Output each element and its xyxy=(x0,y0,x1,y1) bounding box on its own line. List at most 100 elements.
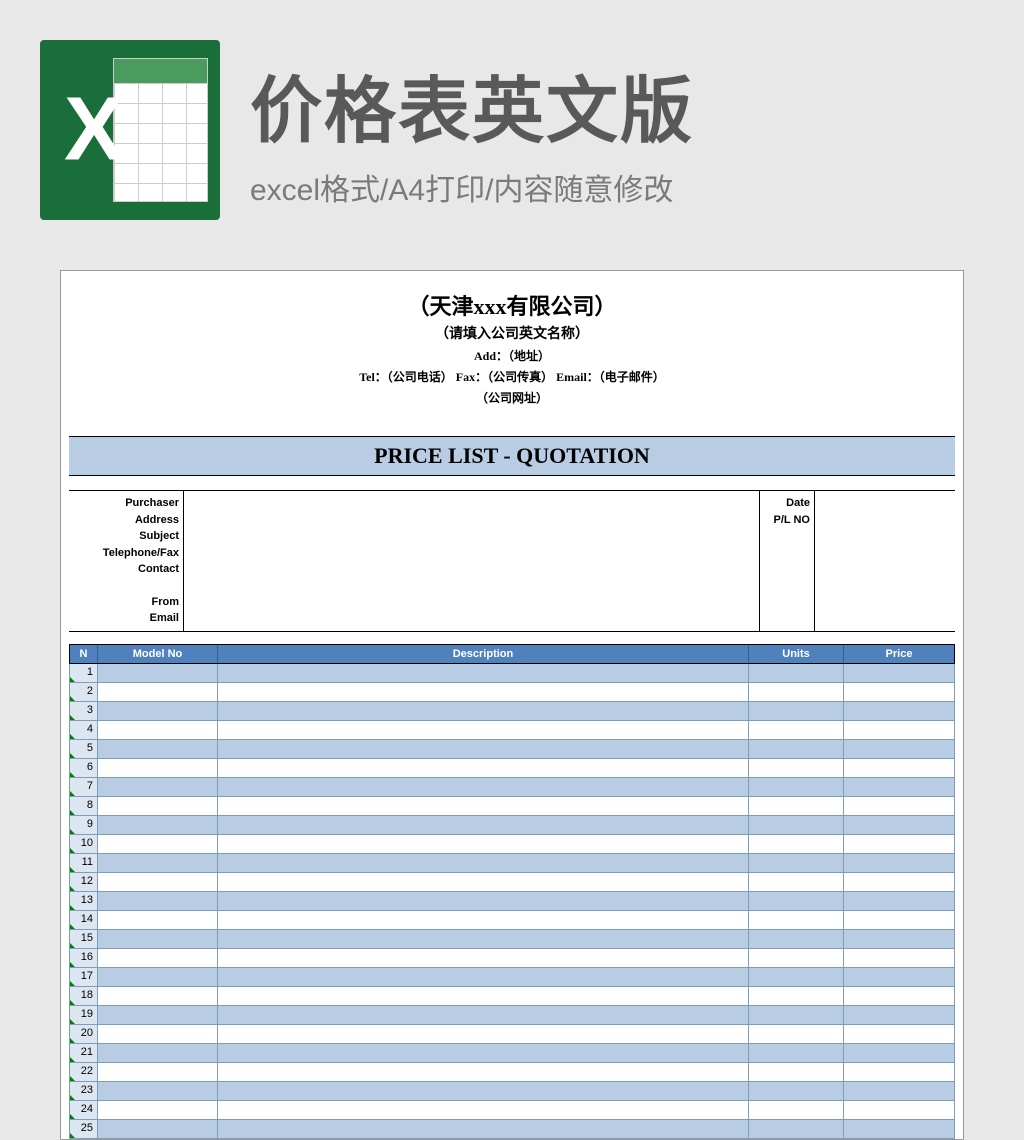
cell-price[interactable] xyxy=(844,816,954,835)
cell-description[interactable] xyxy=(218,683,749,702)
cell-units[interactable] xyxy=(749,1063,844,1082)
cell-price[interactable] xyxy=(844,987,954,1006)
cell-model[interactable] xyxy=(98,1082,218,1101)
table-row[interactable]: 22 xyxy=(69,1063,955,1082)
cell-n[interactable]: 16 xyxy=(70,949,98,968)
cell-n[interactable]: 2 xyxy=(70,683,98,702)
cell-units[interactable] xyxy=(749,911,844,930)
cell-n[interactable]: 25 xyxy=(70,1120,98,1139)
cell-units[interactable] xyxy=(749,854,844,873)
table-row[interactable]: 12 xyxy=(69,873,955,892)
cell-n[interactable]: 19 xyxy=(70,1006,98,1025)
cell-price[interactable] xyxy=(844,1063,954,1082)
cell-model[interactable] xyxy=(98,1006,218,1025)
cell-price[interactable] xyxy=(844,835,954,854)
cell-n[interactable]: 7 xyxy=(70,778,98,797)
cell-description[interactable] xyxy=(218,968,749,987)
cell-units[interactable] xyxy=(749,702,844,721)
cell-model[interactable] xyxy=(98,854,218,873)
cell-n[interactable]: 13 xyxy=(70,892,98,911)
cell-units[interactable] xyxy=(749,835,844,854)
cell-model[interactable] xyxy=(98,1025,218,1044)
table-row[interactable]: 14 xyxy=(69,911,955,930)
cell-price[interactable] xyxy=(844,683,954,702)
cell-description[interactable] xyxy=(218,987,749,1006)
cell-description[interactable] xyxy=(218,759,749,778)
cell-price[interactable] xyxy=(844,930,954,949)
cell-units[interactable] xyxy=(749,1101,844,1120)
cell-description[interactable] xyxy=(218,930,749,949)
cell-n[interactable]: 12 xyxy=(70,873,98,892)
cell-description[interactable] xyxy=(218,949,749,968)
cell-model[interactable] xyxy=(98,968,218,987)
cell-description[interactable] xyxy=(218,778,749,797)
cell-model[interactable] xyxy=(98,721,218,740)
cell-units[interactable] xyxy=(749,683,844,702)
cell-description[interactable] xyxy=(218,1120,749,1139)
table-row[interactable]: 15 xyxy=(69,930,955,949)
cell-units[interactable] xyxy=(749,949,844,968)
cell-price[interactable] xyxy=(844,949,954,968)
cell-price[interactable] xyxy=(844,664,954,683)
cell-n[interactable]: 23 xyxy=(70,1082,98,1101)
cell-description[interactable] xyxy=(218,797,749,816)
cell-price[interactable] xyxy=(844,759,954,778)
cell-price[interactable] xyxy=(844,721,954,740)
cell-model[interactable] xyxy=(98,683,218,702)
table-row[interactable]: 8 xyxy=(69,797,955,816)
cell-n[interactable]: 18 xyxy=(70,987,98,1006)
cell-price[interactable] xyxy=(844,854,954,873)
cell-model[interactable] xyxy=(98,759,218,778)
cell-description[interactable] xyxy=(218,1025,749,1044)
cell-model[interactable] xyxy=(98,1120,218,1139)
cell-model[interactable] xyxy=(98,778,218,797)
cell-model[interactable] xyxy=(98,930,218,949)
cell-description[interactable] xyxy=(218,816,749,835)
cell-description[interactable] xyxy=(218,1101,749,1120)
table-row[interactable]: 6 xyxy=(69,759,955,778)
table-row[interactable]: 20 xyxy=(69,1025,955,1044)
cell-n[interactable]: 8 xyxy=(70,797,98,816)
cell-description[interactable] xyxy=(218,1006,749,1025)
table-row[interactable]: 3 xyxy=(69,702,955,721)
cell-price[interactable] xyxy=(844,1082,954,1101)
cell-price[interactable] xyxy=(844,968,954,987)
cell-n[interactable]: 10 xyxy=(70,835,98,854)
cell-units[interactable] xyxy=(749,1044,844,1063)
cell-units[interactable] xyxy=(749,721,844,740)
cell-description[interactable] xyxy=(218,873,749,892)
cell-description[interactable] xyxy=(218,911,749,930)
table-row[interactable]: 4 xyxy=(69,721,955,740)
cell-description[interactable] xyxy=(218,702,749,721)
info-left-values[interactable] xyxy=(184,491,760,631)
cell-units[interactable] xyxy=(749,1006,844,1025)
cell-description[interactable] xyxy=(218,1063,749,1082)
cell-price[interactable] xyxy=(844,797,954,816)
cell-price[interactable] xyxy=(844,1006,954,1025)
cell-units[interactable] xyxy=(749,759,844,778)
cell-price[interactable] xyxy=(844,892,954,911)
cell-n[interactable]: 11 xyxy=(70,854,98,873)
cell-units[interactable] xyxy=(749,797,844,816)
cell-n[interactable]: 14 xyxy=(70,911,98,930)
cell-price[interactable] xyxy=(844,740,954,759)
cell-model[interactable] xyxy=(98,740,218,759)
cell-price[interactable] xyxy=(844,1120,954,1139)
cell-units[interactable] xyxy=(749,1082,844,1101)
cell-units[interactable] xyxy=(749,816,844,835)
table-row[interactable]: 19 xyxy=(69,1006,955,1025)
cell-model[interactable] xyxy=(98,1063,218,1082)
cell-model[interactable] xyxy=(98,664,218,683)
table-row[interactable]: 21 xyxy=(69,1044,955,1063)
cell-price[interactable] xyxy=(844,1044,954,1063)
cell-n[interactable]: 15 xyxy=(70,930,98,949)
cell-n[interactable]: 9 xyxy=(70,816,98,835)
table-row[interactable]: 1 xyxy=(69,664,955,683)
table-row[interactable]: 5 xyxy=(69,740,955,759)
cell-units[interactable] xyxy=(749,1025,844,1044)
cell-n[interactable]: 1 xyxy=(70,664,98,683)
cell-description[interactable] xyxy=(218,740,749,759)
cell-n[interactable]: 17 xyxy=(70,968,98,987)
cell-price[interactable] xyxy=(844,778,954,797)
cell-price[interactable] xyxy=(844,1025,954,1044)
